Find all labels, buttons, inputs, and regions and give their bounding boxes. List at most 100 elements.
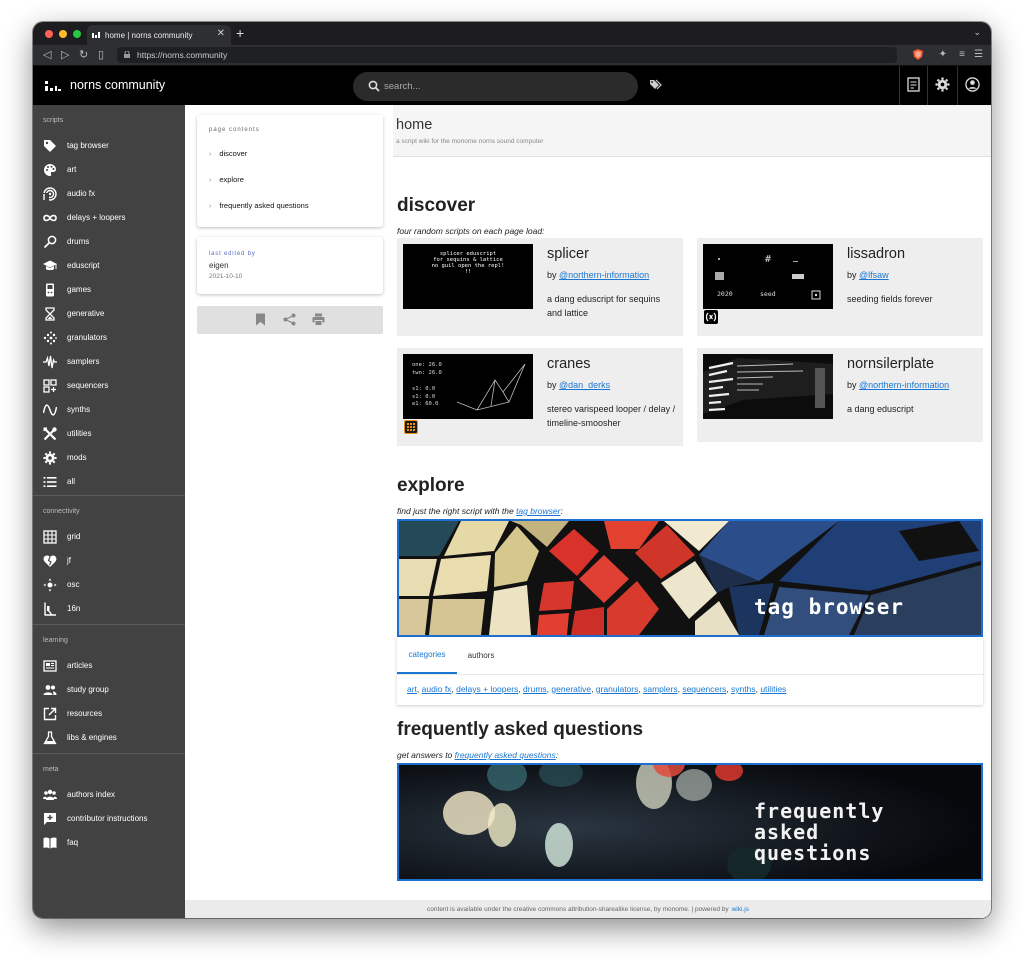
category-link-utilities[interactable]: utilities bbox=[760, 684, 786, 694]
category-link-delays-loopers[interactable]: delays + loopers bbox=[456, 684, 518, 694]
thumb-text: 2020 bbox=[717, 290, 733, 298]
sidebar-item-libs-engines[interactable]: libs & engines bbox=[33, 726, 185, 750]
sidebar-item-sequencers[interactable]: sequencers bbox=[33, 374, 185, 398]
tag-browser-link[interactable]: tag browser bbox=[516, 506, 560, 516]
sidebar-item-synths[interactable]: synths bbox=[33, 398, 185, 422]
sidebar-item-samplers[interactable]: samplers bbox=[33, 350, 185, 374]
sidebar-item-authors-index[interactable]: authors index bbox=[33, 783, 185, 807]
site-title[interactable]: norns community bbox=[70, 78, 165, 92]
close-window-button[interactable] bbox=[45, 30, 53, 38]
group-icon bbox=[43, 685, 57, 695]
sidebar-item-articles[interactable]: articles bbox=[33, 654, 185, 678]
wikijs-link[interactable]: wiki.js bbox=[732, 906, 749, 913]
toc-item-faq[interactable]: › frequently asked questions bbox=[209, 201, 309, 210]
sidebar-item-grid[interactable]: grid bbox=[33, 525, 185, 549]
playlist-icon[interactable]: ≡ bbox=[959, 49, 965, 60]
sidebar-item-all[interactable]: all bbox=[33, 470, 185, 494]
search-input[interactable]: search... bbox=[353, 72, 638, 101]
sidebar-item-eduscript[interactable]: eduscript bbox=[33, 254, 185, 278]
category-link-synths[interactable]: synths bbox=[731, 684, 756, 694]
tags-icon[interactable] bbox=[650, 79, 663, 91]
sidebar-item-tag-browser[interactable]: tag browser bbox=[33, 134, 185, 158]
category-link-samplers[interactable]: samplers bbox=[643, 684, 677, 694]
faq-banner[interactable]: frequently asked questions bbox=[397, 763, 983, 881]
script-card-cranes[interactable]: one: 26.0 two: 26.0 s1: 0.0 s1: 0.0 e1: … bbox=[397, 348, 683, 446]
category-link-art[interactable]: art bbox=[407, 684, 417, 694]
lead-suffix: : bbox=[555, 750, 559, 760]
author-link[interactable]: @lfsaw bbox=[859, 270, 889, 280]
sidebar-item-drums[interactable]: drums bbox=[33, 230, 185, 254]
sidebar-item-osc[interactable]: osc bbox=[33, 573, 185, 597]
sidebar-item-contributor-instructions[interactable]: contributor instructions bbox=[33, 807, 185, 831]
tab-list-chevron-icon[interactable]: ⌄ bbox=[973, 27, 981, 38]
script-title[interactable]: lissadron bbox=[847, 246, 905, 262]
toc-item-discover[interactable]: › discover bbox=[209, 149, 247, 158]
script-thumbnail[interactable]: one: 26.0 two: 26.0 s1: 0.0 s1: 0.0 e1: … bbox=[403, 354, 533, 419]
norns-favicon-icon bbox=[92, 32, 100, 38]
sidebar-item-resources[interactable]: resources bbox=[33, 702, 185, 726]
script-card-splicer[interactable]: splicer eduscript for sequins & lattice … bbox=[397, 238, 683, 336]
sidebar-item-art[interactable]: art bbox=[33, 158, 185, 182]
sidebar-item-audio-fx[interactable]: audio fx bbox=[33, 182, 185, 206]
toc-item-explore[interactable]: › explore bbox=[209, 175, 244, 184]
category-link-granulators[interactable]: granulators bbox=[596, 684, 639, 694]
sidebar-item-study-group[interactable]: study group bbox=[33, 678, 185, 702]
script-card-lissadron[interactable]: # 2020 seed lissadron by @lfsaw seeding … bbox=[697, 238, 983, 336]
sidebar-item-label: study group bbox=[67, 685, 109, 694]
minimize-window-button[interactable] bbox=[59, 30, 67, 38]
sidebar-item-games[interactable]: games bbox=[33, 278, 185, 302]
sidebar-item-mods[interactable]: mods bbox=[33, 446, 185, 470]
last-edited-author[interactable]: eigen bbox=[209, 261, 229, 270]
sidebar-item-jf[interactable]: jf bbox=[33, 549, 185, 573]
sidebar-divider bbox=[33, 753, 185, 754]
brave-shield-icon[interactable] bbox=[913, 49, 923, 60]
script-title[interactable]: cranes bbox=[547, 356, 591, 372]
zoom-window-button[interactable] bbox=[73, 30, 81, 38]
new-tab-button[interactable]: + bbox=[236, 25, 244, 41]
settings-gear-icon[interactable] bbox=[935, 77, 950, 92]
category-link-audio-fx[interactable]: audio fx bbox=[422, 684, 452, 694]
back-icon[interactable]: ◁ bbox=[43, 48, 51, 61]
bookmark-icon[interactable] bbox=[255, 313, 266, 326]
script-thumbnail[interactable] bbox=[703, 354, 833, 419]
extensions-icon[interactable]: ✦ bbox=[939, 49, 947, 60]
faq-link[interactable]: frequently asked questions bbox=[455, 750, 556, 760]
print-icon[interactable] bbox=[312, 313, 325, 326]
search-placeholder: search... bbox=[384, 81, 421, 92]
sidebar-item-faq[interactable]: faq bbox=[33, 831, 185, 855]
category-link-drums[interactable]: drums bbox=[523, 684, 547, 694]
bookmark-page-icon[interactable]: ▯ bbox=[98, 48, 104, 61]
address-field[interactable]: https://norns.community bbox=[117, 47, 897, 63]
author-link[interactable]: @dan_derks bbox=[559, 380, 610, 390]
script-title[interactable]: splicer bbox=[547, 246, 589, 262]
reload-icon[interactable]: ↻ bbox=[79, 48, 88, 61]
browser-menu-icon[interactable]: ☰ bbox=[974, 49, 983, 60]
category-link-generative[interactable]: generative bbox=[551, 684, 591, 694]
category-link-sequencers[interactable]: sequencers bbox=[682, 684, 726, 694]
sidebar-item-label: games bbox=[67, 285, 92, 294]
script-title[interactable]: nornsilerplate bbox=[847, 356, 934, 372]
share-icon[interactable] bbox=[283, 313, 296, 326]
tab-categories[interactable]: categories bbox=[397, 637, 457, 674]
script-byline: by @northern-information bbox=[547, 270, 649, 280]
author-link[interactable]: @northern-information bbox=[559, 270, 649, 280]
tag-browser-banner[interactable]: tag browser bbox=[397, 519, 983, 637]
browser-tab-active[interactable]: home | norns community ✕ bbox=[87, 25, 231, 45]
sidebar-item-delays-loopers[interactable]: delays + loopers bbox=[33, 206, 185, 230]
sidebar-item-granulators[interactable]: granulators bbox=[33, 326, 185, 350]
account-icon[interactable] bbox=[965, 77, 980, 92]
close-tab-icon[interactable]: ✕ bbox=[217, 28, 225, 39]
script-card-nornsilerplate[interactable]: nornsilerplate by @northern-information … bbox=[697, 348, 983, 442]
script-thumbnail[interactable]: splicer eduscript for sequins & lattice … bbox=[403, 244, 533, 309]
page-history-icon[interactable] bbox=[907, 77, 921, 93]
sidebar-item-generative[interactable]: generative bbox=[33, 302, 185, 326]
page-content: page contents › discover › explore › freque… bbox=[185, 105, 991, 918]
sidebar-item-utilities[interactable]: utilities bbox=[33, 422, 185, 446]
sidebar-item-16n[interactable]: 16n bbox=[33, 597, 185, 621]
tab-authors[interactable]: authors bbox=[457, 637, 505, 674]
script-thumbnail[interactable]: # 2020 seed bbox=[703, 244, 833, 309]
norns-logo-icon[interactable] bbox=[45, 81, 61, 91]
drumstick-icon bbox=[43, 235, 57, 249]
author-link[interactable]: @northern-information bbox=[859, 380, 949, 390]
forward-icon[interactable]: ▷ bbox=[61, 48, 69, 61]
